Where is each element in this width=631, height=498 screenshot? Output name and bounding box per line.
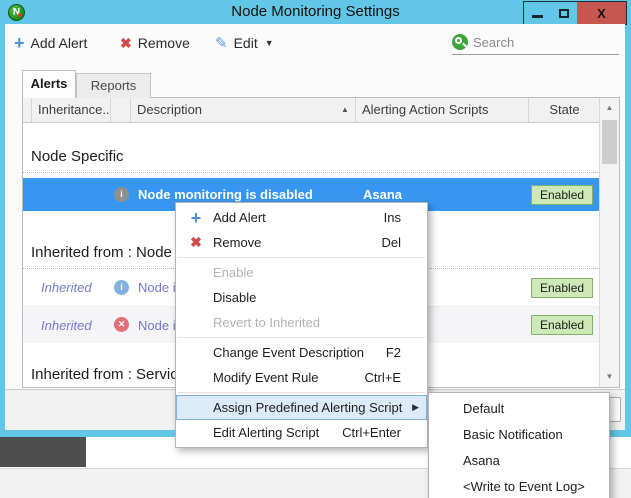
error-icon: ✕ <box>114 317 129 332</box>
menu-item-label: Modify Event Rule <box>213 370 319 385</box>
column-inheritance[interactable]: Inheritance... <box>32 98 111 122</box>
search-box <box>452 30 619 55</box>
minimize-icon <box>532 14 543 18</box>
plus-icon: + <box>190 207 202 228</box>
menu-item-label: Add Alert <box>213 210 266 225</box>
close-icon: X <box>597 5 606 21</box>
group-header-node-specific: Node Specific <box>23 123 600 173</box>
column-icon[interactable] <box>111 98 131 122</box>
menu-item-assign-predefined-alerting-script[interactable]: Assign Predefined Alerting Script ▶ <box>176 395 427 420</box>
titlebar[interactable]: N Node Monitoring Settings X <box>0 0 631 25</box>
menu-item-label: Remove <box>213 235 262 250</box>
submenu-arrow-icon: ▶ <box>412 402 419 412</box>
column-indent[interactable] <box>23 98 32 122</box>
submenu-item-default[interactable]: Default <box>429 396 609 422</box>
search-input[interactable] <box>473 34 613 50</box>
inheritance-label: Inherited <box>41 280 92 295</box>
column-state[interactable]: State <box>529 98 600 122</box>
tab-reports[interactable]: Reports <box>76 73 151 98</box>
edit-label: Edit <box>233 35 258 51</box>
minimize-button[interactable] <box>523 1 552 25</box>
info-icon: i <box>114 279 129 295</box>
menu-item-enable[interactable]: Enable <box>176 260 427 285</box>
menu-item-revert-to-inherited[interactable]: Revert to Inherited <box>176 310 427 335</box>
menu-separator <box>178 257 425 258</box>
menu-shortcut: F2 <box>385 345 401 360</box>
vertical-scrollbar[interactable]: ▲ ▼ <box>599 98 619 387</box>
remove-x-icon: ✖ <box>190 234 202 250</box>
menu-item-add-alert[interactable]: + Add Alert Ins <box>176 205 427 230</box>
scroll-down-icon[interactable]: ▼ <box>600 367 619 387</box>
menu-separator <box>178 392 425 393</box>
info-icon: i <box>114 186 129 202</box>
add-alert-label: Add Alert <box>30 35 88 51</box>
submenu-item-asana[interactable]: Asana <box>429 448 609 474</box>
close-button[interactable]: X <box>577 1 627 25</box>
menu-item-label: Enable <box>213 265 254 280</box>
menu-separator <box>178 337 425 338</box>
maximize-button[interactable] <box>551 1 578 25</box>
chevron-down-icon: ▼ <box>264 38 274 48</box>
menu-shortcut: Del <box>381 235 401 250</box>
menu-item-remove[interactable]: ✖ Remove Del <box>176 230 427 255</box>
scroll-up-icon[interactable]: ▲ <box>600 98 619 118</box>
status-badge: Enabled <box>531 315 594 335</box>
menu-item-modify-event-rule[interactable]: Modify Event Rule Ctrl+E <box>176 365 427 390</box>
menu-item-change-event-description[interactable]: Change Event Description F2 <box>176 340 427 365</box>
menu-shortcut: Ctrl+E <box>364 370 401 385</box>
search-icon <box>452 34 468 50</box>
tab-alerts[interactable]: Alerts <box>22 70 76 98</box>
add-alert-button[interactable]: + Add Alert <box>14 24 87 62</box>
grid-header: Inheritance... Description ▲ Alerting Ac… <box>23 98 619 123</box>
screen: N Node Monitoring Settings X + Add Alert… <box>0 0 631 498</box>
sort-ascending-icon: ▲ <box>341 105 349 114</box>
menu-shortcut: Ctrl+Enter <box>342 425 401 440</box>
submenu-item-write-to-event-log[interactable]: <Write to Event Log> <box>429 474 609 498</box>
desktop-background-dark-block <box>0 437 86 467</box>
menu-shortcut: Ins <box>383 210 401 225</box>
column-alerting-action-scripts[interactable]: Alerting Action Scripts <box>356 98 529 122</box>
menu-item-edit-alerting-script[interactable]: Edit Alerting Script Ctrl+Enter <box>176 420 427 445</box>
context-menu: + Add Alert Ins ✖ Remove Del Enable Disa… <box>175 202 428 448</box>
menu-item-label: Edit Alerting Script <box>213 425 320 440</box>
alerting-script-submenu: Default Basic Notification Asana <Write … <box>428 392 610 498</box>
menu-item-label: Disable <box>213 290 257 305</box>
toolbar: + Add Alert ✖ Remove ✎ Edit ▼ <box>5 24 625 62</box>
plus-icon: + <box>14 33 25 53</box>
menu-item-disable[interactable]: Disable <box>176 285 427 310</box>
submenu-item-basic-notification[interactable]: Basic Notification <box>429 422 609 448</box>
remove-button[interactable]: ✖ Remove <box>120 24 190 62</box>
menu-item-label: Change Event Description <box>213 345 365 360</box>
pencil-icon: ✎ <box>215 35 228 52</box>
maximize-icon <box>559 8 569 18</box>
menu-item-label: Revert to Inherited <box>213 315 320 330</box>
column-description[interactable]: Description <box>131 98 356 122</box>
scrollbar-thumb[interactable] <box>602 120 617 164</box>
status-badge: Enabled <box>531 277 594 298</box>
remove-x-icon: ✖ <box>120 34 132 51</box>
status-badge: Enabled <box>531 184 594 205</box>
remove-label: Remove <box>137 35 190 51</box>
menu-item-label: Assign Predefined Alerting Script <box>213 400 403 415</box>
edit-dropdown-button[interactable]: ✎ Edit ▼ <box>215 24 274 62</box>
inheritance-label: Inherited <box>41 317 92 333</box>
